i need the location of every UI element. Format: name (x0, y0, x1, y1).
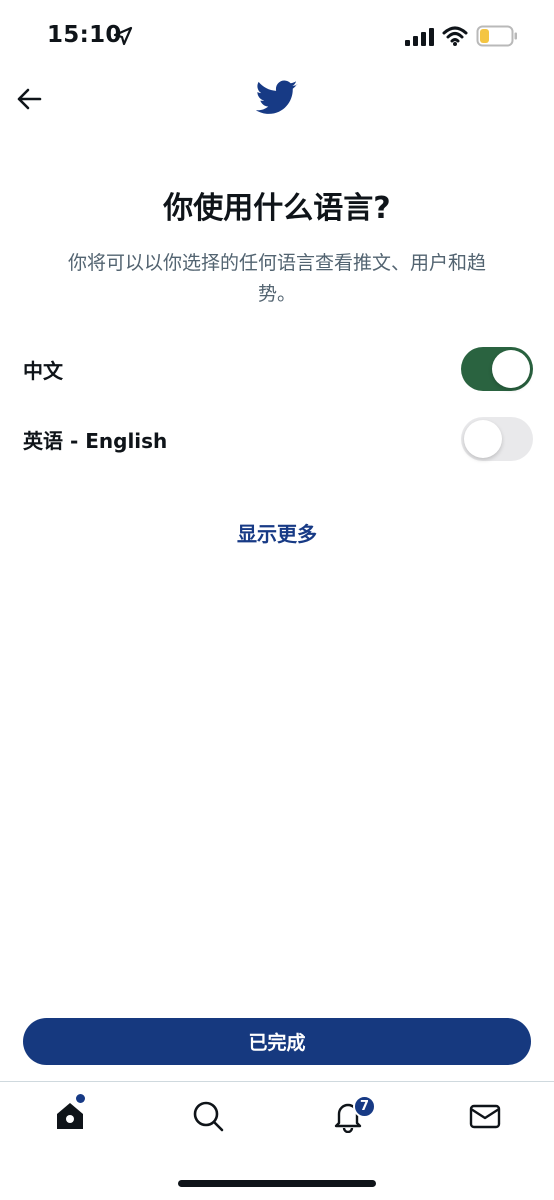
arrow-left-icon (17, 88, 42, 110)
page-title: 你使用什么语言? (163, 191, 391, 226)
language-label: 英语 - English (23, 428, 168, 453)
envelope-icon (469, 1104, 501, 1129)
tab-bar-divider (0, 1081, 554, 1082)
back-button[interactable] (12, 82, 46, 116)
language-label: 中文 (23, 358, 63, 383)
search-icon (193, 1101, 224, 1132)
toggle-knob (464, 420, 502, 458)
home-icon (57, 1103, 83, 1129)
wifi-icon (442, 26, 468, 46)
status-time: 15:10 (47, 22, 122, 48)
status-bar: 15:10 (0, 0, 554, 72)
language-toggle-chinese[interactable] (461, 347, 533, 391)
home-indicator (178, 1180, 376, 1187)
language-toggle-english[interactable] (461, 417, 533, 461)
done-button[interactable]: 已完成 (23, 1018, 531, 1065)
location-arrow-icon (113, 26, 133, 46)
home-unread-dot (76, 1094, 85, 1103)
page-subtitle: 你将可以以你选择的任何语言查看推文、用户和趋势。 (67, 252, 486, 305)
toggle-knob (492, 350, 530, 388)
language-row-english: 英语 - English (23, 415, 533, 463)
tab-home[interactable] (48, 1094, 92, 1138)
notification-count-badge: 7 (353, 1095, 376, 1118)
tab-messages[interactable] (463, 1094, 507, 1138)
twitter-bird-icon (256, 80, 298, 114)
language-row-chinese: 中文 (23, 345, 533, 393)
show-more-link[interactable]: 显示更多 (0, 518, 554, 547)
tab-search[interactable] (186, 1094, 230, 1138)
battery-icon (476, 25, 517, 47)
signal-icon (405, 28, 434, 46)
